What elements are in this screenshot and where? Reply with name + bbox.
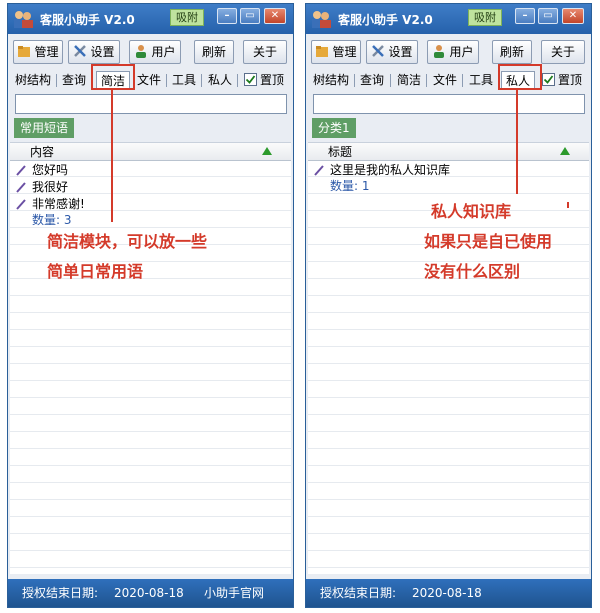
- app-window-right: 客服小助手 V2.0 吸附 – ▭ ✕ 管理 设置 用户 刷新 关于 树结构 查…: [305, 3, 592, 608]
- item-count: 数量: 3: [32, 213, 72, 227]
- callout-tick: [567, 202, 569, 208]
- category-tag[interactable]: 常用短语: [14, 118, 75, 138]
- folder-icon: [18, 46, 31, 57]
- settings-button[interactable]: 设置: [68, 40, 120, 64]
- tab-tree[interactable]: 树结构: [310, 71, 352, 90]
- list-item[interactable]: 非常感谢!: [10, 196, 291, 213]
- license-expiry-date: 2020-08-18: [412, 586, 482, 600]
- tab-private[interactable]: 私人: [205, 71, 235, 90]
- tab-bar: 树结构 查询 简洁 文件 工具 私人 置顶: [306, 68, 591, 92]
- callout-line: [111, 90, 113, 222]
- folder-icon: [316, 46, 329, 57]
- search-input[interactable]: [15, 94, 287, 114]
- about-button[interactable]: 关于: [541, 40, 585, 64]
- title-bar[interactable]: 客服小助手 V2.0 吸附 – ▭ ✕: [306, 4, 591, 34]
- pen-icon: [16, 199, 26, 210]
- tab-tree[interactable]: 树结构: [12, 71, 54, 90]
- restore-button[interactable]: ▭: [240, 8, 260, 24]
- pen-icon: [16, 182, 26, 193]
- close-button[interactable]: ✕: [264, 8, 286, 24]
- app-users-icon: [312, 11, 331, 28]
- annotation-line: 如果只是自已使用: [424, 232, 553, 251]
- item-count: 数量: 1: [330, 179, 370, 193]
- category-tag[interactable]: 分类1: [312, 118, 356, 138]
- status-bar: 授权结束日期: 2020-08-18 小助手官网: [8, 579, 293, 607]
- tab-separator: [354, 74, 355, 87]
- app-users-icon: [14, 11, 33, 28]
- toolbar: 管理 设置 用户 刷新 关于: [8, 34, 293, 68]
- column-header-title: 标题: [328, 145, 353, 159]
- annotation-line: 没有什么区别: [424, 262, 521, 281]
- toolbar: 管理 设置 用户 刷新 关于: [306, 34, 591, 68]
- tab-query[interactable]: 查询: [59, 71, 89, 90]
- checkmark-icon: [245, 75, 256, 84]
- column-header-content: 内容: [30, 145, 55, 159]
- tab-separator: [166, 74, 167, 87]
- tab-separator: [462, 74, 463, 87]
- pen-icon: [16, 165, 26, 176]
- license-expiry-label: 授权结束日期:: [22, 586, 99, 600]
- pin-top-label: 置顶: [260, 73, 285, 87]
- snap-badge[interactable]: 吸附: [170, 9, 204, 26]
- pin-top-label: 置顶: [558, 73, 583, 87]
- annotation-line: 简单日常用语: [47, 262, 144, 281]
- sort-ascending-icon[interactable]: [262, 147, 272, 155]
- annotation-line: 简洁模块，可以放一些: [47, 232, 208, 251]
- pen-icon: [314, 165, 324, 176]
- settings-button[interactable]: 设置: [366, 40, 418, 64]
- tab-query[interactable]: 查询: [357, 71, 387, 90]
- annotation-line: 私人知识库: [431, 202, 512, 221]
- license-expiry-date: 2020-08-18: [114, 586, 184, 600]
- sort-ascending-icon[interactable]: [560, 147, 570, 155]
- tab-separator: [390, 74, 391, 87]
- tab-highlight-box: [498, 64, 542, 90]
- list-header[interactable]: 内容: [10, 143, 291, 161]
- phrase-list: 内容 您好吗 我很好 非常感谢! 数量: 3: [10, 142, 291, 574]
- list-item[interactable]: 这里是我的私人知识库: [308, 162, 589, 179]
- refresh-button[interactable]: 刷新: [492, 40, 532, 64]
- users-button[interactable]: 用户: [129, 40, 181, 64]
- official-site-link[interactable]: 小助手官网: [204, 579, 264, 607]
- pin-top-checkbox[interactable]: [244, 73, 257, 86]
- tools-icon: [372, 45, 385, 57]
- tab-tools[interactable]: 工具: [466, 71, 496, 90]
- pin-top-checkbox[interactable]: [542, 73, 555, 86]
- user-icon: [136, 45, 147, 58]
- list-item[interactable]: 我很好: [10, 179, 291, 196]
- tab-files[interactable]: 文件: [430, 71, 460, 90]
- tab-tools[interactable]: 工具: [169, 71, 199, 90]
- title-bar[interactable]: 客服小助手 V2.0 吸附 – ▭ ✕: [8, 4, 293, 34]
- checkmark-icon: [543, 75, 554, 84]
- about-button[interactable]: 关于: [243, 40, 287, 64]
- close-button[interactable]: ✕: [562, 8, 584, 24]
- tab-files[interactable]: 文件: [134, 71, 164, 90]
- app-window-left: 客服小助手 V2.0 吸附 – ▭ ✕ 管理 设置 用户 刷新 关于 树结构 查…: [7, 3, 294, 608]
- tab-separator: [237, 74, 238, 87]
- list-header[interactable]: 标题: [308, 143, 589, 161]
- manage-button[interactable]: 管理: [311, 40, 361, 64]
- refresh-button[interactable]: 刷新: [194, 40, 234, 64]
- snap-badge[interactable]: 吸附: [468, 9, 502, 26]
- users-button[interactable]: 用户: [427, 40, 479, 64]
- manage-button[interactable]: 管理: [13, 40, 63, 64]
- tab-separator: [201, 74, 202, 87]
- tab-separator: [426, 74, 427, 87]
- tools-icon: [74, 45, 87, 57]
- minimize-button[interactable]: –: [217, 8, 237, 24]
- list-item[interactable]: 您好吗: [10, 162, 291, 179]
- tab-bar: 树结构 查询 简洁 文件 工具 私人 置顶: [8, 68, 293, 92]
- minimize-button[interactable]: –: [515, 8, 535, 24]
- search-input[interactable]: [313, 94, 585, 114]
- status-bar: 授权结束日期: 2020-08-18: [306, 579, 591, 607]
- tab-separator: [56, 74, 57, 87]
- tab-highlight-box: [91, 64, 135, 90]
- tab-simple[interactable]: 简洁: [394, 71, 424, 90]
- callout-line: [516, 90, 518, 194]
- app-title: 客服小助手 V2.0: [40, 13, 135, 27]
- license-expiry-label: 授权结束日期:: [320, 586, 397, 600]
- restore-button[interactable]: ▭: [538, 8, 558, 24]
- app-title: 客服小助手 V2.0: [338, 13, 433, 27]
- user-icon: [434, 45, 445, 58]
